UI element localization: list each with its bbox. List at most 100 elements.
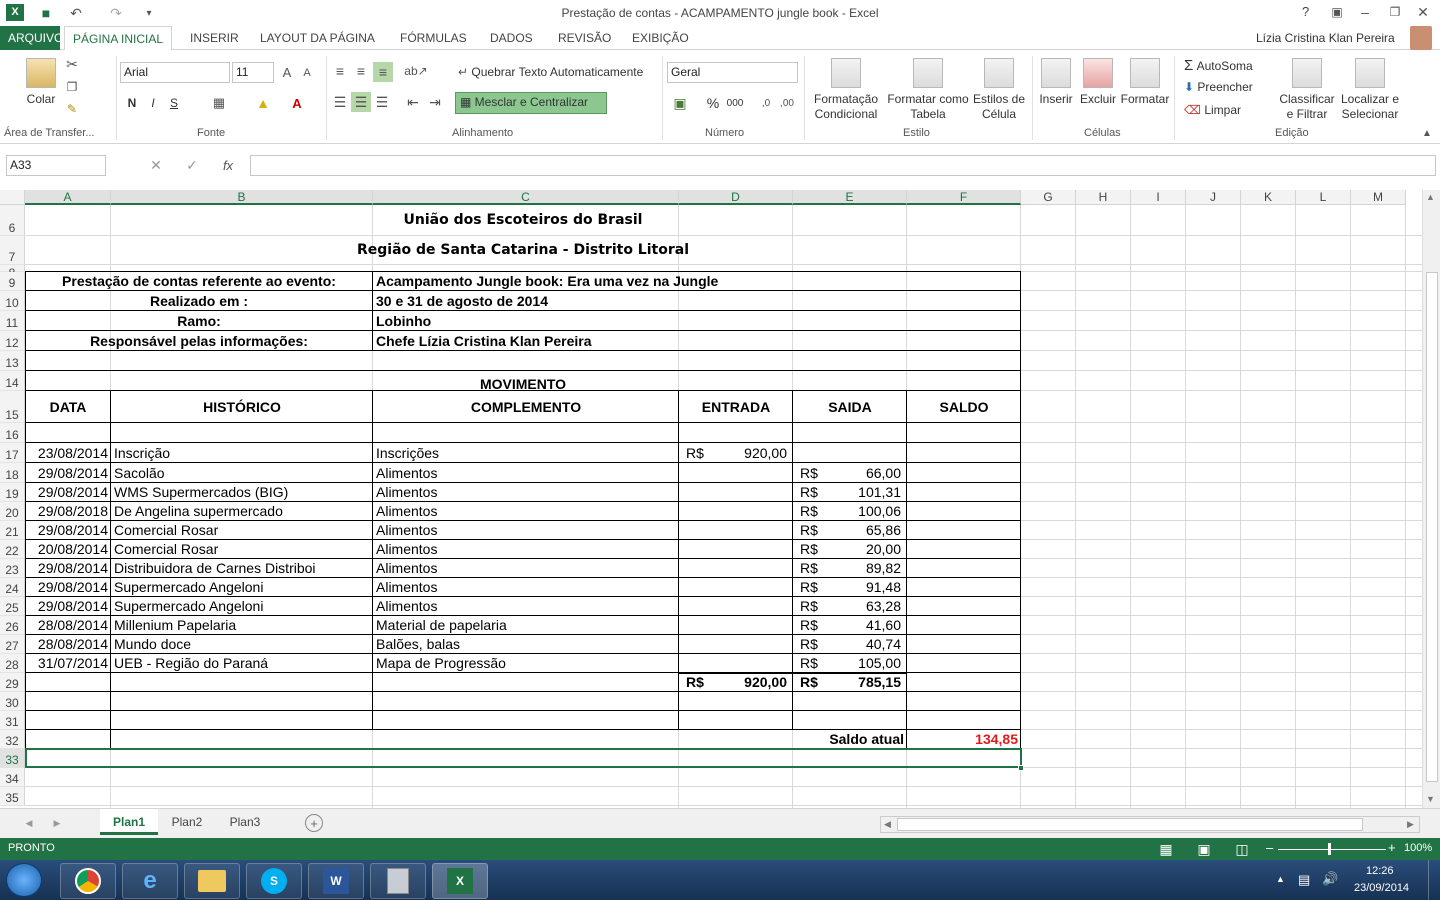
- orientation-icon[interactable]: ab↗: [404, 62, 427, 80]
- explorer-taskbar-icon[interactable]: [184, 863, 240, 899]
- row-header[interactable]: 34: [0, 768, 25, 787]
- horizontal-scroll-thumb[interactable]: [897, 818, 1363, 831]
- select-all-corner[interactable]: [0, 190, 25, 205]
- column-header[interactable]: A: [25, 190, 111, 205]
- scroll-down-icon[interactable]: ▼: [1426, 794, 1435, 804]
- decrease-font-icon[interactable]: A: [300, 65, 314, 81]
- next-sheet-icon[interactable]: ▶: [50, 815, 64, 831]
- format-cells-button[interactable]: Formatar: [1120, 58, 1170, 107]
- merge-center-button[interactable]: ▦ Mesclar e Centralizar: [455, 92, 607, 114]
- scroll-right-icon[interactable]: ▶: [1407, 819, 1414, 830]
- fill-button[interactable]: ⬇ Preencher: [1184, 80, 1253, 94]
- clock-date[interactable]: 23/09/2014: [1354, 882, 1409, 894]
- cell-selection[interactable]: [25, 748, 1022, 768]
- tab-formulas[interactable]: FÓRMULAS: [392, 26, 475, 50]
- row-header[interactable]: 24: [0, 578, 25, 597]
- column-header[interactable]: E: [793, 190, 907, 205]
- row-header[interactable]: 23: [0, 559, 25, 578]
- user-name[interactable]: Lízia Cristina Klan Pereira: [1256, 31, 1395, 45]
- show-desktop-button[interactable]: [1428, 860, 1440, 900]
- ribbon-display-icon[interactable]: ▣: [1328, 3, 1346, 21]
- row-header[interactable]: 28: [0, 654, 25, 673]
- tab-exibicao[interactable]: EXIBIÇÃO: [624, 26, 697, 50]
- align-top-icon[interactable]: ≡: [331, 62, 349, 80]
- sort-filter-button[interactable]: Classificar e Filtrar: [1278, 58, 1336, 122]
- align-middle-icon[interactable]: ≡: [352, 62, 370, 80]
- sheet-tab-plan3[interactable]: Plan3: [220, 809, 270, 835]
- borders-icon[interactable]: ▦: [210, 94, 228, 112]
- avatar[interactable]: [1410, 26, 1432, 50]
- cut-icon[interactable]: ✂: [64, 56, 80, 72]
- font-color-icon[interactable]: A: [288, 94, 306, 112]
- tab-arquivo[interactable]: ARQUIVO: [0, 26, 63, 50]
- tab-inserir[interactable]: INSERIR: [182, 26, 247, 50]
- row-header[interactable]: 7: [0, 236, 25, 265]
- fill-handle[interactable]: [1018, 765, 1024, 771]
- cancel-icon[interactable]: ✕: [148, 156, 164, 174]
- word-taskbar-icon[interactable]: W: [308, 863, 364, 899]
- row-header[interactable]: 13: [0, 351, 25, 371]
- row-header[interactable]: 26: [0, 616, 25, 635]
- percent-button[interactable]: %: [704, 94, 722, 112]
- italic-button[interactable]: I: [145, 94, 161, 112]
- row-header[interactable]: 9: [0, 272, 25, 291]
- zoom-level[interactable]: 100%: [1404, 842, 1432, 854]
- bold-button[interactable]: N: [124, 94, 140, 112]
- decrease-decimal-icon[interactable]: ,00: [778, 94, 796, 112]
- align-bottom-icon[interactable]: ≡: [373, 62, 393, 82]
- start-button-icon[interactable]: [6, 863, 42, 897]
- zoom-thumb[interactable]: [1328, 843, 1331, 855]
- row-header[interactable]: 15: [0, 391, 25, 423]
- row-header[interactable]: 11: [0, 311, 25, 331]
- font-name-box[interactable]: Arial: [120, 62, 230, 83]
- restore-icon[interactable]: ❐: [1386, 3, 1404, 21]
- align-left-icon[interactable]: ☰: [331, 93, 349, 111]
- network-icon[interactable]: ▤: [1298, 872, 1310, 888]
- show-hidden-icons[interactable]: ▲: [1276, 874, 1285, 884]
- insert-cells-button[interactable]: Inserir: [1036, 58, 1076, 107]
- column-header[interactable]: C: [373, 190, 679, 205]
- column-header[interactable]: M: [1351, 190, 1406, 205]
- column-header[interactable]: D: [679, 190, 793, 205]
- column-header[interactable]: L: [1296, 190, 1351, 205]
- scroll-left-icon[interactable]: ◀: [884, 819, 891, 830]
- increase-decimal-icon[interactable]: ,0: [757, 94, 775, 112]
- column-header[interactable]: J: [1186, 190, 1241, 205]
- number-format-box[interactable]: Geral: [667, 62, 798, 83]
- row-header[interactable]: 19: [0, 483, 25, 502]
- zoom-slider[interactable]: – +: [1266, 840, 1396, 856]
- row-header[interactable]: 31: [0, 711, 25, 730]
- normal-view-icon[interactable]: ▦: [1158, 841, 1174, 857]
- row-header[interactable]: 33: [0, 749, 25, 768]
- page-break-icon[interactable]: ◫: [1234, 841, 1250, 857]
- collapse-ribbon-icon[interactable]: ▲: [1420, 126, 1434, 140]
- horizontal-scrollbar[interactable]: ◀ ▶: [880, 816, 1420, 833]
- column-header[interactable]: H: [1076, 190, 1131, 205]
- increase-font-icon[interactable]: A: [279, 63, 295, 81]
- clock-time[interactable]: 12:26: [1366, 865, 1394, 877]
- row-header[interactable]: 20: [0, 502, 25, 521]
- decrease-indent-icon[interactable]: ⇤: [404, 93, 422, 111]
- insert-function-button[interactable]: fx: [218, 156, 238, 174]
- ie-taskbar-icon[interactable]: e: [122, 863, 178, 899]
- row-header[interactable]: 25: [0, 597, 25, 616]
- excel-taskbar-icon[interactable]: X: [432, 863, 488, 899]
- row-header[interactable]: 30: [0, 692, 25, 711]
- name-box[interactable]: A33: [6, 155, 106, 176]
- row-header[interactable]: 14: [0, 371, 25, 391]
- find-select-button[interactable]: Localizar e Selecionar: [1338, 58, 1402, 122]
- sheet-tab-plan2[interactable]: Plan2: [162, 809, 212, 835]
- spreadsheet-grid[interactable]: ▲ ▼ ABCDEFGHIJKLM67891011121314151617181…: [0, 190, 1440, 808]
- column-header[interactable]: I: [1131, 190, 1186, 205]
- help-button[interactable]: ?: [1302, 4, 1309, 19]
- column-header[interactable]: G: [1021, 190, 1076, 205]
- formula-input[interactable]: [250, 155, 1436, 176]
- delete-cells-button[interactable]: Excluir: [1078, 58, 1118, 107]
- format-as-table-button[interactable]: Formatar como Tabela: [885, 58, 971, 122]
- font-size-box[interactable]: 11: [232, 62, 274, 83]
- paste-button[interactable]: Colar: [22, 58, 60, 107]
- sheet-tab-plan1[interactable]: Plan1: [100, 809, 158, 835]
- zoom-in-icon[interactable]: +: [1388, 840, 1396, 855]
- chrome-taskbar-icon[interactable]: [60, 863, 116, 899]
- tab-layout[interactable]: LAYOUT DA PÁGINA: [252, 26, 383, 50]
